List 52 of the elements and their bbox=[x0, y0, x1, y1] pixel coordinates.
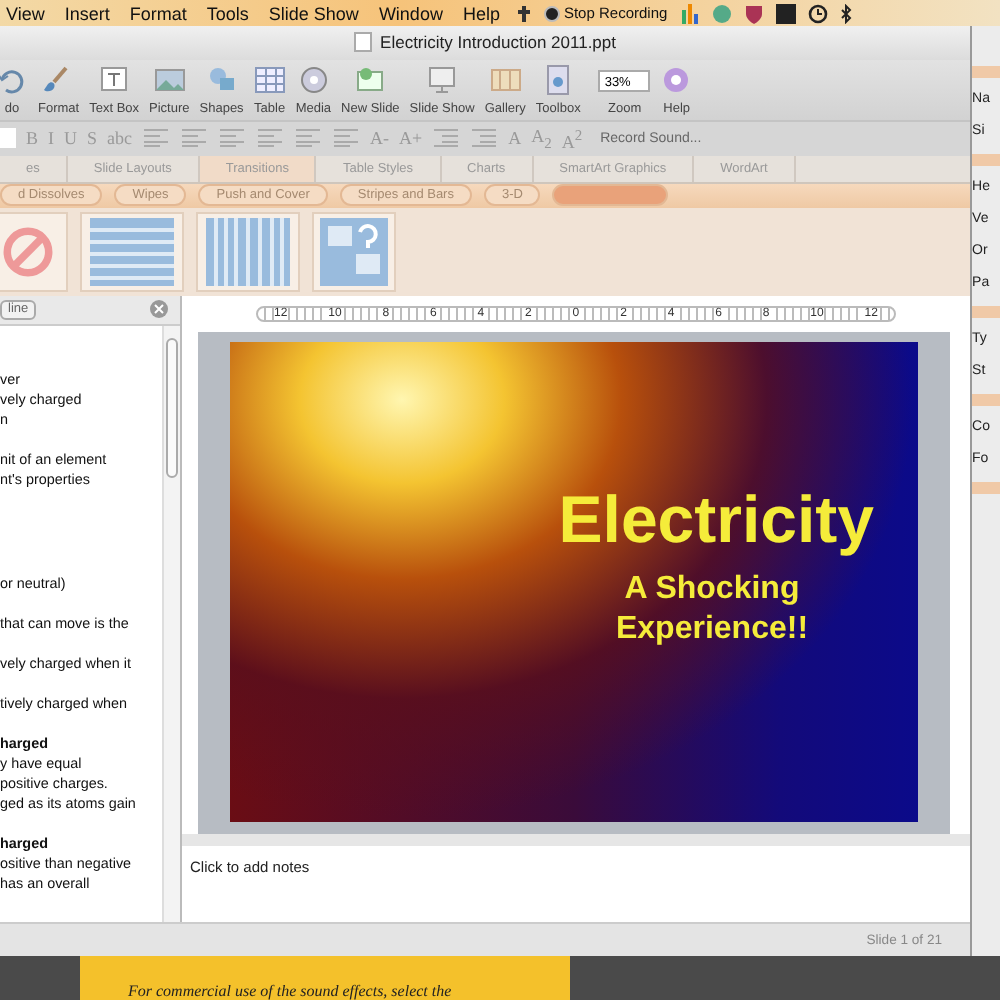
undo-icon bbox=[0, 64, 28, 97]
font-field[interactable] bbox=[0, 128, 16, 149]
transition-thumbnail[interactable] bbox=[196, 211, 300, 292]
menu-item[interactable]: Format bbox=[125, 3, 191, 23]
align-icon bbox=[218, 128, 247, 149]
chart-icon bbox=[679, 2, 700, 24]
align-icon bbox=[142, 128, 171, 149]
align-icon bbox=[332, 128, 361, 149]
align-icon bbox=[180, 128, 209, 149]
slide[interactable]: Electricity A Shocking Experience!! bbox=[230, 342, 919, 823]
screen-icon bbox=[426, 64, 459, 97]
section-header[interactable] bbox=[972, 306, 1000, 318]
picture-icon bbox=[153, 64, 186, 97]
menu-item[interactable]: Insert bbox=[60, 3, 114, 23]
slide-title: Electricity bbox=[558, 482, 875, 559]
new-slide-icon bbox=[354, 64, 387, 97]
transition-group-tab[interactable] bbox=[552, 184, 669, 207]
transition-thumbnail[interactable] bbox=[0, 211, 68, 292]
help-icon bbox=[660, 64, 693, 97]
clock-icon bbox=[807, 3, 828, 23]
align-icon bbox=[294, 128, 323, 149]
section-header[interactable] bbox=[972, 482, 1000, 494]
shield-icon bbox=[743, 3, 764, 23]
horizontal-stripes-icon bbox=[90, 217, 174, 286]
section-header[interactable] bbox=[972, 66, 1000, 78]
note-text: For commercial use of the sound effects, select the bbox=[128, 982, 452, 1000]
square-icon bbox=[775, 3, 796, 23]
bluetooth-icon bbox=[839, 3, 852, 23]
transition-thumbnail[interactable] bbox=[312, 211, 396, 292]
menu-item[interactable]: Help bbox=[458, 3, 504, 23]
indent-icon bbox=[432, 128, 461, 149]
menu-item[interactable]: Window bbox=[374, 3, 447, 23]
section-header[interactable] bbox=[972, 154, 1000, 166]
transition-thumbnail[interactable] bbox=[80, 211, 184, 292]
menu-item[interactable]: View bbox=[2, 3, 49, 23]
question-mark-grid-icon bbox=[320, 217, 388, 286]
toolbox-icon bbox=[542, 64, 575, 97]
document-icon bbox=[354, 32, 373, 53]
scroll-thumb[interactable] bbox=[166, 337, 178, 478]
menu-item[interactable]: Tools bbox=[202, 3, 253, 23]
menu-item[interactable]: Slide Show bbox=[264, 3, 363, 23]
vertical-stripes-icon bbox=[206, 217, 290, 286]
window-title: Electricity Introduction 2011.ppt bbox=[380, 32, 616, 53]
slide-subtitle: A Shocking Experience!! bbox=[613, 570, 811, 651]
scroll-bar[interactable] bbox=[162, 325, 180, 923]
gallery-icon bbox=[489, 64, 522, 97]
text-box-icon bbox=[98, 64, 131, 97]
close-icon bbox=[150, 300, 168, 319]
section-header[interactable] bbox=[972, 394, 1000, 406]
align-icon bbox=[256, 128, 285, 149]
table-icon bbox=[253, 64, 286, 97]
indent-icon bbox=[470, 128, 499, 149]
